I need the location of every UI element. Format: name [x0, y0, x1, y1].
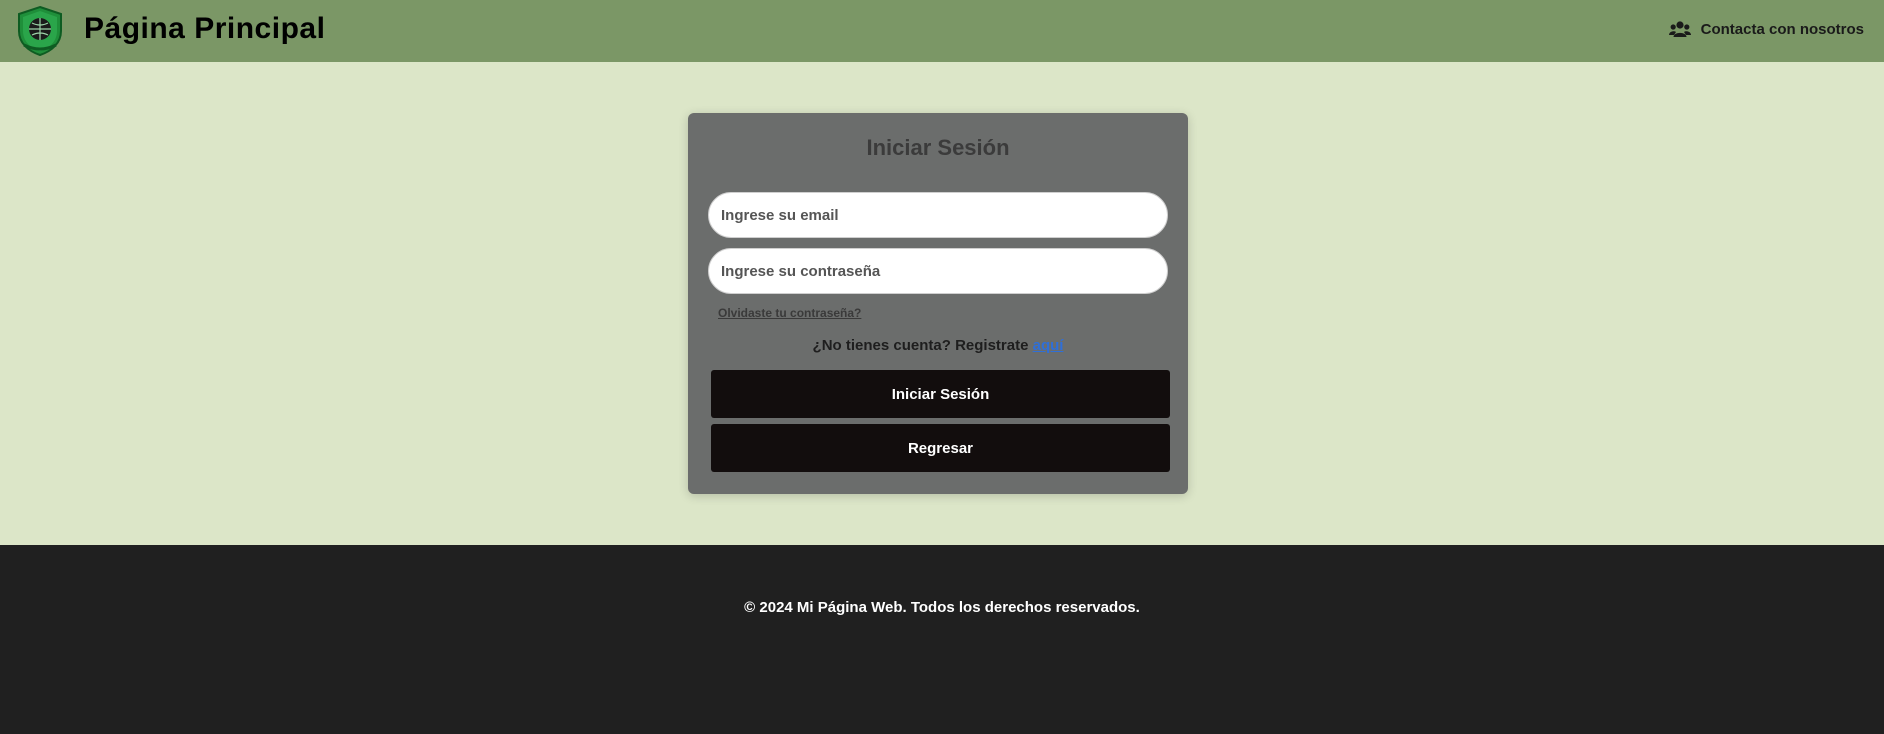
- site-footer: © 2024 Mi Página Web. Todos los derechos…: [0, 545, 1884, 734]
- register-text: ¿No tienes cuenta? Registrate: [812, 337, 1029, 354]
- login-title: Iniciar Sesión: [866, 135, 1010, 160]
- contact-label: Contacta con nosotros: [1700, 20, 1864, 38]
- register-link[interactable]: aquí: [1033, 337, 1064, 354]
- back-button[interactable]: Regresar: [711, 424, 1170, 472]
- register-prompt: ¿No tienes cuenta? Registrate aquí: [688, 337, 1188, 354]
- login-button[interactable]: Iniciar Sesión: [711, 370, 1170, 418]
- password-input[interactable]: [708, 248, 1168, 294]
- users-icon: [1668, 21, 1691, 37]
- page-title: Página Principal: [84, 12, 326, 45]
- site-header: Página Principal Contacta con nosotros: [0, 0, 1884, 62]
- email-input[interactable]: [708, 192, 1168, 238]
- copyright-text: © 2024 Mi Página Web. Todos los derechos…: [744, 599, 1140, 616]
- forgot-password-link[interactable]: Olvidaste tu contraseña?: [718, 306, 861, 320]
- login-card: Iniciar Sesión Olvidaste tu contraseña? …: [688, 113, 1188, 494]
- shield-globe-logo[interactable]: [14, 5, 66, 57]
- contact-link[interactable]: Contacta con nosotros: [1668, 20, 1864, 38]
